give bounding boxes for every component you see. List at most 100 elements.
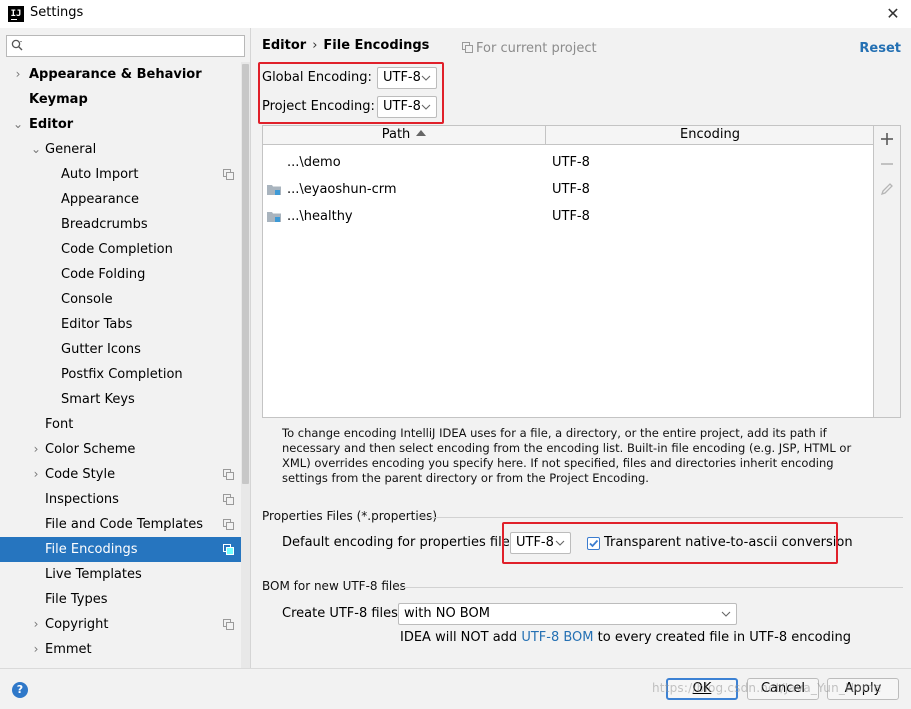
sidebar-item-label: Inspections	[45, 492, 119, 507]
intellij-app-icon: IJ	[8, 6, 24, 22]
for-current-project-label: For current project	[476, 41, 597, 56]
scrollbar-thumb[interactable]	[242, 64, 249, 484]
chevron-right-icon[interactable]: ›	[30, 437, 42, 462]
sidebar-item-label: File Encodings	[45, 542, 138, 557]
breadcrumb-separator: ›	[312, 38, 318, 53]
row-path: ...\demo	[287, 155, 341, 170]
sidebar-item-general[interactable]: ⌄ General	[0, 137, 242, 162]
dialog-button-bar: ? OK Cancel Apply https://blog.csdn.net/…	[0, 668, 911, 709]
sidebar-item-label: Editor	[29, 117, 74, 132]
sidebar-item-live-templates[interactable]: Live Templates	[0, 562, 242, 587]
chevron-right-icon[interactable]: ›	[30, 462, 42, 487]
breadcrumb: Editor › File Encodings	[262, 38, 429, 53]
sidebar-item-file-encodings[interactable]: File Encodings	[0, 537, 242, 562]
sidebar-item-label: General	[45, 142, 97, 157]
sidebar-item-file-types[interactable]: File Types	[0, 587, 242, 612]
sidebar-item-appearance[interactable]: Appearance	[0, 187, 242, 212]
close-icon[interactable]: ✕	[883, 4, 903, 24]
sidebar-item-smart-keys[interactable]: Smart Keys	[0, 387, 242, 412]
bom-section-title: BOM for new UTF-8 files	[262, 579, 406, 593]
sidebar-item-breadcrumbs[interactable]: Breadcrumbs	[0, 212, 242, 237]
table-row[interactable]: ...\healthy UTF-8	[263, 203, 873, 230]
sidebar-item-editor-tabs[interactable]: Editor Tabs	[0, 312, 242, 337]
sidebar-item-copyright[interactable]: › Copyright	[0, 612, 242, 637]
chevron-right-icon[interactable]: ›	[12, 62, 24, 87]
sidebar-item-appearance-behavior[interactable]: › Appearance & Behavior	[0, 62, 242, 87]
sidebar-item-code-folding[interactable]: Code Folding	[0, 262, 242, 287]
project-scope-icon	[223, 519, 234, 530]
sidebar-scrollbar[interactable]	[241, 62, 250, 668]
properties-default-label: Default encoding for properties files:	[282, 535, 521, 550]
bom-section-divider	[398, 587, 903, 588]
search-icon	[11, 39, 23, 51]
sidebar-item-postfix-completion[interactable]: Postfix Completion	[0, 362, 242, 387]
sidebar-item-color-scheme[interactable]: › Color Scheme	[0, 437, 242, 462]
chevron-down-icon	[721, 611, 731, 617]
row-encoding[interactable]: UTF-8	[552, 203, 590, 230]
bom-note-prefix: IDEA will NOT add	[400, 630, 522, 645]
settings-tree: › Appearance & Behavior Keymap ⌄ Editor ⌄ Gene…	[0, 62, 242, 662]
properties-section-title: Properties Files (*.properties)	[262, 509, 438, 523]
table-row[interactable]: ...\eyaoshun-crm UTF-8	[263, 176, 873, 203]
sidebar-item-label: Smart Keys	[61, 392, 135, 407]
highlight-box-encodings	[258, 62, 444, 124]
sidebar-item-label: Breadcrumbs	[61, 217, 148, 232]
sidebar-item-label: Postfix Completion	[61, 367, 183, 382]
sidebar-item-label: File and Code Templates	[45, 517, 203, 532]
remove-icon[interactable]	[880, 157, 894, 171]
for-current-project: For current project	[462, 41, 597, 56]
chevron-down-icon[interactable]: ⌄	[30, 137, 42, 162]
sidebar-item-label: Emmet	[45, 642, 92, 657]
sort-ascending-icon	[416, 130, 427, 136]
edit-pencil-icon[interactable]	[880, 182, 894, 196]
project-scope-icon	[223, 544, 234, 555]
table-header: Path Encoding	[263, 126, 873, 145]
sidebar-item-label: Appearance	[61, 192, 140, 207]
bom-note-suffix: to every created file in UTF-8 encoding	[593, 630, 851, 645]
help-icon[interactable]: ?	[12, 682, 28, 698]
sidebar-item-inspections[interactable]: Inspections	[0, 487, 242, 512]
sidebar-item-gutter-icons[interactable]: Gutter Icons	[0, 337, 242, 362]
window-title: Settings	[30, 5, 84, 20]
sidebar-item-file-and-code-templates[interactable]: File and Code Templates	[0, 512, 242, 537]
sidebar-item-console[interactable]: Console	[0, 287, 242, 312]
breadcrumb-parent[interactable]: Editor	[262, 38, 306, 53]
sidebar-item-code-style[interactable]: › Code Style	[0, 462, 242, 487]
title-bar: IJ Settings ✕	[0, 0, 911, 28]
sidebar-item-label: Font	[45, 417, 74, 432]
sidebar-item-code-completion[interactable]: Code Completion	[0, 237, 242, 262]
sidebar-item-label: Keymap	[29, 92, 88, 107]
search-input[interactable]	[29, 38, 239, 54]
column-header-path[interactable]: Path	[263, 126, 546, 144]
chevron-right-icon[interactable]: ›	[30, 612, 42, 637]
sidebar-item-auto-import[interactable]: Auto Import	[0, 162, 242, 187]
chevron-down-icon[interactable]: ⌄	[12, 112, 24, 137]
bom-select[interactable]: with NO BOM	[398, 603, 737, 625]
settings-sidebar: › Appearance & Behavior Keymap ⌄ Editor ⌄ Gene…	[0, 28, 251, 668]
row-encoding[interactable]: UTF-8	[552, 176, 590, 203]
file-encodings-panel: Editor › File Encodings For current projec…	[252, 28, 911, 668]
module-folder-icon	[267, 212, 281, 222]
project-scope-icon	[223, 494, 234, 505]
sidebar-item-emmet[interactable]: › Emmet	[0, 637, 242, 662]
sidebar-item-label: Color Scheme	[45, 442, 136, 457]
table-toolbar	[874, 125, 901, 418]
sidebar-item-editor[interactable]: ⌄ Editor	[0, 112, 242, 137]
sidebar-item-label: Appearance & Behavior	[29, 67, 202, 82]
table-row[interactable]: ...\demo UTF-8	[263, 149, 873, 176]
sidebar-item-font[interactable]: Font	[0, 412, 242, 437]
row-encoding[interactable]: UTF-8	[552, 149, 590, 176]
watermark: https://blog.csdn.net/Java_Yun_Home	[652, 681, 882, 695]
chevron-right-icon[interactable]: ›	[30, 637, 42, 662]
highlight-box-properties	[502, 522, 838, 564]
row-path: ...\healthy	[287, 209, 353, 224]
utf8-bom-link[interactable]: UTF-8 BOM	[521, 630, 593, 645]
sidebar-item-label: File Types	[45, 592, 108, 607]
project-scope-icon	[462, 42, 473, 53]
module-folder-icon	[267, 185, 281, 195]
search-box[interactable]	[6, 35, 245, 57]
reset-link[interactable]: Reset	[859, 41, 901, 56]
column-header-encoding[interactable]: Encoding	[547, 126, 873, 144]
add-icon[interactable]	[880, 132, 894, 146]
sidebar-item-keymap[interactable]: Keymap	[0, 87, 242, 112]
